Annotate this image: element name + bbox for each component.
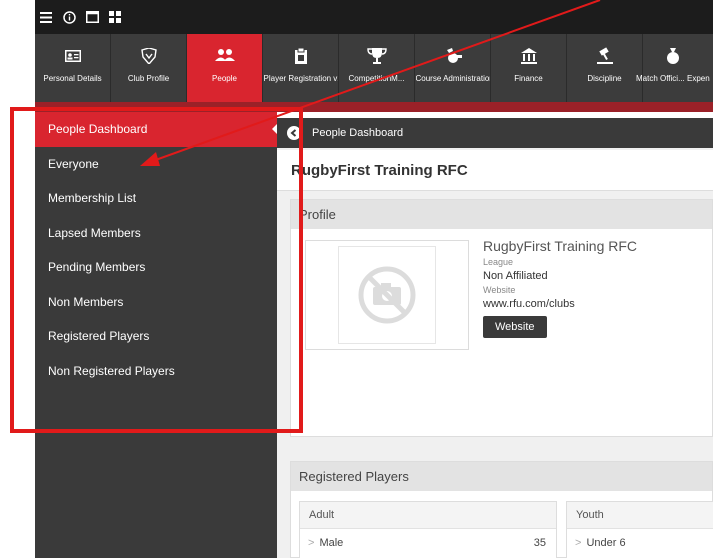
registered-players-panel: Registered Players Adult > Male 35 Youth… (290, 461, 713, 558)
youth-table-header: Youth (567, 502, 713, 529)
registered-players-title: Registered Players (291, 462, 712, 491)
page-title: RugbyFirst Training RFC (277, 150, 713, 190)
module-discipline[interactable]: Discipline (567, 34, 643, 102)
back-arrow-icon[interactable] (287, 126, 301, 140)
sidebar-item-registered-players[interactable]: Registered Players (35, 319, 277, 354)
id-card-icon (64, 44, 81, 68)
website-label: Website (483, 285, 516, 295)
whistle-icon (443, 44, 463, 68)
row-label: Under 6 (586, 537, 626, 549)
trophy-icon (366, 44, 387, 68)
row-label: Male (319, 537, 344, 549)
divider (277, 190, 713, 191)
menu-icon[interactable] (39, 10, 53, 24)
money-bag-icon (665, 44, 681, 68)
info-icon[interactable] (62, 10, 76, 24)
module-label: Club Profile (127, 74, 170, 83)
row-count: 35 (533, 537, 546, 549)
module-club-profile[interactable]: Club Profile (111, 34, 187, 102)
youth-table: Youth > Under 6 (566, 501, 713, 558)
sidebar-item-lapsed-members[interactable]: Lapsed Members (35, 216, 277, 251)
bank-icon (520, 44, 538, 68)
grid-icon[interactable] (108, 10, 122, 24)
website-button[interactable]: Website (483, 316, 547, 338)
accent-stripe (35, 102, 713, 112)
league-value: Non Affiliated (483, 270, 548, 282)
breadcrumb-label: People Dashboard (312, 127, 404, 139)
sidebar-item-people-dashboard[interactable]: People Dashboard (35, 112, 278, 147)
module-competition[interactable]: CompetitionM... (339, 34, 415, 102)
table-row[interactable]: > Under 6 (567, 529, 713, 557)
module-label: Course Administration (415, 74, 490, 83)
chevron-right-icon: > (308, 537, 315, 549)
module-label: Discipline (587, 74, 622, 83)
people-icon (214, 44, 235, 68)
sidebar-item-non-members[interactable]: Non Members (35, 285, 277, 320)
gavel-icon (595, 44, 615, 68)
module-course-administration[interactable]: Course Administration (415, 34, 491, 102)
profile-panel: Profile RugbyFirst Training RFC League N… (290, 199, 713, 437)
no-image-icon (358, 266, 416, 324)
module-label: CompetitionM... (348, 74, 405, 83)
module-label: Personal Details (43, 74, 102, 83)
website-value: www.rfu.com/clubs (483, 298, 575, 310)
clipboard-icon (294, 44, 308, 68)
module-nav: Personal Details Club Profile People Pla… (35, 34, 713, 102)
club-logo-placeholder (305, 240, 469, 350)
module-label: Finance (514, 74, 543, 83)
module-match-officials-expenses[interactable]: Match Offici... Expenses (636, 34, 710, 102)
module-label: People (212, 74, 237, 83)
sidebar-item-membership-list[interactable]: Membership List (35, 181, 277, 216)
top-toolbar (35, 0, 713, 34)
sidebar: People Dashboard Everyone Membership Lis… (35, 112, 278, 558)
chevron-right-icon: > (575, 537, 582, 549)
club-crest-icon (139, 44, 159, 68)
left-margin (0, 0, 35, 558)
sidebar-item-non-registered-players[interactable]: Non Registered Players (35, 354, 277, 389)
table-row[interactable]: > Male 35 (300, 529, 556, 557)
club-name: RugbyFirst Training RFC (483, 238, 638, 254)
profile-info: RugbyFirst Training RFC League Non Affil… (483, 238, 637, 338)
breadcrumb: People Dashboard (277, 118, 713, 148)
module-label: Player Registration v12 (263, 74, 338, 83)
module-label: Match Offici... Expenses (636, 74, 710, 83)
window-icon[interactable] (85, 10, 99, 24)
sidebar-item-pending-members[interactable]: Pending Members (35, 250, 277, 285)
adult-table-header: Adult (300, 502, 556, 529)
adult-table: Adult > Male 35 (299, 501, 557, 558)
league-label: League (483, 257, 514, 267)
profile-panel-title: Profile (291, 200, 712, 229)
module-finance[interactable]: Finance (491, 34, 567, 102)
module-people[interactable]: People (187, 34, 263, 102)
module-personal-details[interactable]: Personal Details (35, 34, 111, 102)
module-player-registration[interactable]: Player Registration v12 (263, 34, 339, 102)
sidebar-item-everyone[interactable]: Everyone (35, 147, 277, 182)
